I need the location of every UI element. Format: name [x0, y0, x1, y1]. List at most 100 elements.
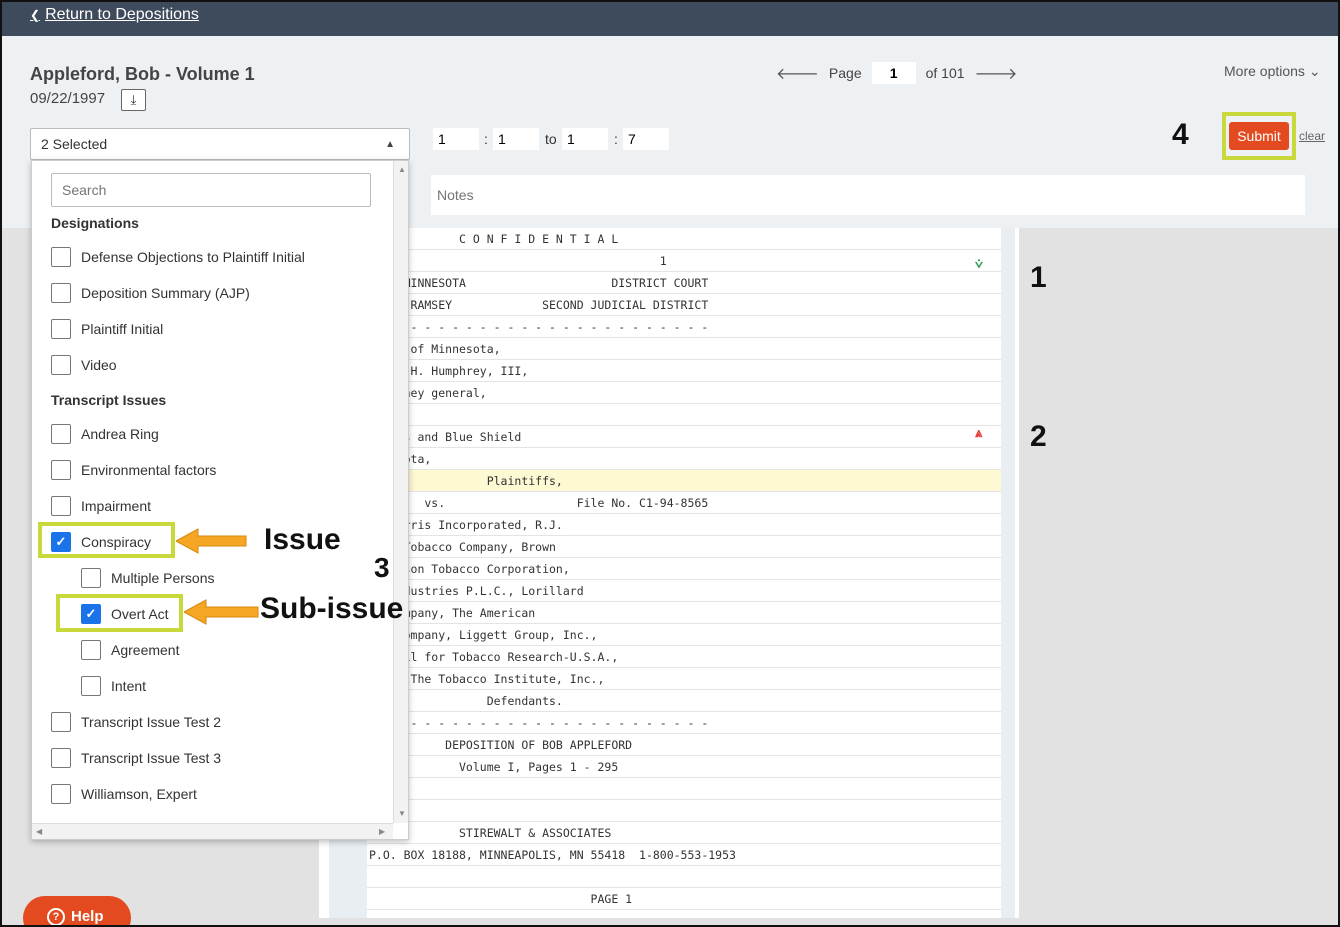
range-colon: :	[614, 131, 618, 147]
page-title: Appleford, Bob - Volume 1	[30, 64, 255, 84]
designation-option[interactable]: Defense Objections to Plaintiff Initial	[51, 247, 305, 267]
transcript-line[interactable]	[367, 778, 1001, 800]
designation-option[interactable]: Plaintiff Initial	[51, 319, 163, 339]
issue-option[interactable]: Williamson, Expert	[51, 784, 197, 804]
issue-option[interactable]: Transcript Issue Test 2	[51, 712, 221, 732]
sub-issue-option[interactable]: Agreement	[81, 640, 179, 660]
top-bar: ❮ Return to Depositions	[0, 0, 1340, 36]
transcript-line[interactable]: - - - - - - - - - - - - - - - - - - - - …	[367, 316, 1001, 338]
scroll-down-icon[interactable]: ▼	[398, 809, 406, 818]
notes-input[interactable]	[431, 175, 1305, 215]
transcript-line[interactable]: Plaintiffs,	[367, 470, 1001, 492]
option-label: Environmental factors	[81, 462, 217, 478]
sub-issue-option[interactable]: Intent	[81, 676, 146, 696]
transcript-page: C O N F I D E N T I A L 1E OF MINNESOTA …	[319, 228, 1019, 918]
transcript-line[interactable]: vs. File No. C1-94-8565	[367, 492, 1001, 514]
download-icon[interactable]: ⤓	[121, 89, 146, 111]
transcript-line[interactable]: PAGE 1	[367, 888, 1001, 910]
issue-option[interactable]: Transcript Issue Test 3	[51, 748, 221, 768]
clear-link[interactable]: clear	[1299, 129, 1325, 143]
checkbox-icon[interactable]	[51, 712, 71, 732]
sub-issue-callout-label: Sub-issue	[260, 592, 404, 625]
transcript-line[interactable]: Cross and Blue Shield	[367, 426, 1001, 448]
transcript-line[interactable]: Defendants.	[367, 690, 1001, 712]
option-label: Andrea Ring	[81, 426, 159, 442]
transcript-line[interactable]: , and The Tobacco Institute, Inc.,	[367, 668, 1001, 690]
transcript-line[interactable]: DEPOSITION OF BOB APPLEFORD	[367, 734, 1001, 756]
checkbox-icon[interactable]	[81, 640, 101, 660]
prev-page-icon[interactable]: 🡐	[776, 63, 819, 84]
submit-button[interactable]: Submit	[1229, 122, 1289, 150]
callout-number-2: 2	[1030, 420, 1047, 453]
transcript-line[interactable]: innesota,	[367, 448, 1001, 470]
checkbox-icon[interactable]	[51, 319, 71, 339]
overt-act-highlight-box	[56, 594, 183, 632]
issue-select-value: 2 Selected	[41, 136, 108, 152]
issue-option[interactable]: Environmental factors	[51, 460, 216, 480]
transcript-line[interactable]: P.O. BOX 18188, MINNEAPOLIS, MN 55418 1-…	[367, 844, 1001, 866]
checkbox-icon[interactable]	[81, 568, 101, 588]
issue-option[interactable]: Andrea Ring	[51, 424, 159, 444]
scroll-right-icon[interactable]: ▶	[379, 827, 385, 836]
page-number-input[interactable]	[871, 62, 916, 84]
transcript-line[interactable]: 1	[367, 250, 1001, 272]
scroll-left-icon[interactable]: ◀	[36, 827, 42, 836]
from-page-input[interactable]	[433, 128, 479, 150]
transcript-line[interactable]: - - - - - - - - - - - - - - - - - - - - …	[367, 712, 1001, 734]
checkbox-icon[interactable]	[51, 355, 71, 375]
option-label: Defense Objections to Plaintiff Initial	[81, 249, 305, 265]
transcript-line[interactable]: attorney general,	[367, 382, 1001, 404]
checkbox-icon[interactable]	[51, 247, 71, 267]
more-options-menu[interactable]: More options ⌄	[1224, 63, 1321, 80]
transcript-line[interactable]: Volume I, Pages 1 - 295	[367, 756, 1001, 778]
transcript-line[interactable]	[367, 800, 1001, 822]
transcript-line[interactable]: ip Morris Incorporated, R.J.	[367, 514, 1001, 536]
page-total: of 101	[925, 65, 965, 81]
scroll-up-icon[interactable]: ▲	[398, 165, 406, 174]
callout-number-4: 4	[1172, 118, 1189, 151]
to-page-input[interactable]	[562, 128, 608, 150]
transcript-line[interactable]: T. Industries P.L.C., Lorillard	[367, 580, 1001, 602]
checkbox-icon[interactable]	[51, 460, 71, 480]
transcript-line[interactable]: ubert H. Humphrey, III,	[367, 360, 1001, 382]
checkbox-icon[interactable]	[51, 496, 71, 516]
checkbox-icon[interactable]	[81, 676, 101, 696]
transcript-line[interactable]: Council for Tobacco Research-U.S.A.,	[367, 646, 1001, 668]
conspiracy-highlight-box	[38, 522, 175, 558]
transcript-line[interactable]: State of Minnesota,	[367, 338, 1001, 360]
transcript-line[interactable]: TY OF RAMSEY SECOND JUDICIAL DISTRICT	[367, 294, 1001, 316]
page-label: Page	[828, 65, 862, 81]
range-to-label: to	[545, 131, 557, 147]
deposition-date: 09/22/1997	[30, 90, 106, 107]
checkbox-icon[interactable]	[51, 283, 71, 303]
issue-option[interactable]: Impairment	[51, 496, 151, 516]
option-label: Williamson, Expert	[81, 786, 197, 802]
checkbox-icon[interactable]	[51, 784, 71, 804]
checkbox-icon[interactable]	[51, 424, 71, 444]
return-to-depositions-link[interactable]: ❮ Return to Depositions	[30, 6, 199, 24]
help-button[interactable]: ? Help	[23, 896, 131, 927]
checkbox-icon[interactable]	[51, 748, 71, 768]
issue-select[interactable]: 2 Selected ▲	[30, 128, 410, 160]
designation-start-icon[interactable]: ⩒	[975, 256, 983, 272]
dropdown-search-input[interactable]	[51, 173, 371, 207]
to-line-input[interactable]	[623, 128, 669, 150]
designation-end-icon[interactable]: ⩓	[975, 425, 982, 441]
transcript-line[interactable]: C O N F I D E N T I A L	[367, 228, 1001, 250]
transcript-line[interactable]: STIREWALT & ASSOCIATES	[367, 822, 1001, 844]
transcript-line[interactable]: E OF MINNESOTA DISTRICT COURT	[367, 272, 1001, 294]
dropdown-horizontal-scrollbar[interactable]: ◀ ▶	[32, 823, 393, 839]
transcript-line[interactable]	[367, 404, 1001, 426]
sub-issue-option[interactable]: Multiple Persons	[81, 568, 215, 588]
chevron-left-icon: ❮	[30, 8, 41, 22]
transcript-line[interactable]: lliamson Tobacco Corporation,	[367, 558, 1001, 580]
transcript-line[interactable]	[367, 866, 1001, 888]
designation-option[interactable]: Deposition Summary (AJP)	[51, 283, 250, 303]
designation-option[interactable]: Video	[51, 355, 117, 375]
transcript-line[interactable]: olds Tobacco Company, Brown	[367, 536, 1001, 558]
dropdown-vertical-scrollbar[interactable]: ▲ ▼	[393, 161, 408, 823]
from-line-input[interactable]	[493, 128, 539, 150]
next-page-icon[interactable]: 🡒	[975, 63, 1018, 84]
transcript-line[interactable]: cco Company, Liggett Group, Inc.,	[367, 624, 1001, 646]
transcript-line[interactable]: co Company, The American	[367, 602, 1001, 624]
